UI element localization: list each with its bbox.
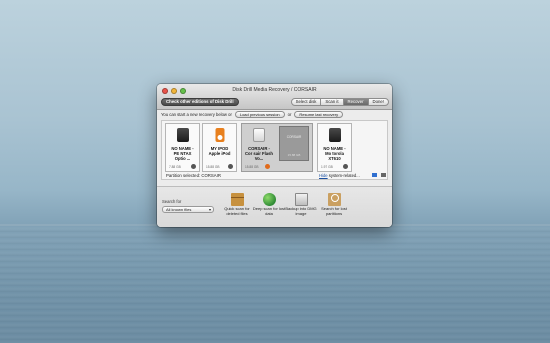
recovery-options: Search for All known files ▾ Quick scan … xyxy=(157,186,392,227)
partition-name: CORSAIR xyxy=(286,135,302,139)
file-type-select[interactable]: All known files ▾ xyxy=(162,206,214,213)
disk-image-icon xyxy=(294,193,308,206)
search-for-label: Search for xyxy=(162,199,182,204)
action-label: Backup into DMG image xyxy=(285,206,317,216)
disk-item[interactable]: NO NAME - Mo torola XT610 1.97 GB xyxy=(317,123,352,172)
workflow-steps: Select disk Scan it Recover Done! xyxy=(290,97,389,106)
ipod-icon xyxy=(215,128,224,142)
disk-status-icon xyxy=(191,164,196,169)
drive-icon xyxy=(253,128,265,142)
disk-size: 7.88 GB xyxy=(169,165,181,169)
disk-drill-window: Disk Drill Media Recovery / CORSAIR Chec… xyxy=(157,84,392,227)
scan-it-step[interactable]: Scan it xyxy=(320,97,344,106)
chevron-down-icon: ▾ xyxy=(208,207,211,212)
info-text: You can start a new recovery below or xyxy=(161,112,232,117)
action-label: Search for lost partitions xyxy=(321,206,347,216)
hide-link[interactable]: Hide xyxy=(319,173,328,178)
disk-list: NO NAME - PE NTAX Optio ... 7.88 GB MY I… xyxy=(161,120,388,180)
magnifier-icon xyxy=(327,193,341,206)
globe-icon xyxy=(262,193,276,206)
warning-icon xyxy=(265,164,270,169)
view-list-icon[interactable] xyxy=(381,173,386,177)
action-label: Deep scan for lost data xyxy=(252,206,286,216)
check-editions-button[interactable]: Check other editions of Disk Drill xyxy=(161,97,239,106)
disk-name: NO NAME - PE NTAX Optio ... xyxy=(171,146,194,161)
partition-size: 15.88 GB xyxy=(287,153,301,157)
backup-dmg-button[interactable]: Backup into DMG image xyxy=(284,193,318,217)
disk-size: 15.88 GB xyxy=(245,165,259,169)
drive-icon xyxy=(176,128,189,142)
partition-tile[interactable]: CORSAIR 15.88 GB xyxy=(279,126,309,161)
window-title: Disk Drill Media Recovery / CORSAIR xyxy=(232,87,317,93)
hide-system-text: system-related... xyxy=(327,173,360,178)
disk-size: 1.97 GB xyxy=(321,165,333,169)
search-partitions-button[interactable]: Search for lost partitions xyxy=(317,193,351,217)
partition-selected-label: Partition selected: CORSAIR xyxy=(166,173,221,178)
disk-name: MY IPOD Apple iPod xyxy=(208,146,231,156)
box-icon xyxy=(230,193,244,206)
select-disk-step[interactable]: Select disk xyxy=(290,97,322,106)
sea xyxy=(0,226,550,343)
disk-status-icon xyxy=(228,164,233,169)
info-bar: You can start a new recovery below or Lo… xyxy=(157,110,392,119)
disk-item[interactable]: NO NAME - PE NTAX Optio ... 7.88 GB xyxy=(165,123,200,172)
action-label: Quick scan for deleted files xyxy=(224,206,250,216)
done-step[interactable]: Done! xyxy=(367,97,389,106)
load-session-button[interactable]: Load previous session xyxy=(234,111,285,118)
title-bar: Disk Drill Media Recovery / CORSAIR Chec… xyxy=(157,84,392,110)
disk-status-icon xyxy=(343,164,348,169)
hide-system-toggle[interactable]: Hide system-related... xyxy=(319,173,360,178)
recover-step[interactable]: Recover xyxy=(342,97,369,106)
disk-name: CORSAIR - Cor sair Flash Vo... xyxy=(245,146,273,161)
disk-name: NO NAME - Mo torola XT610 xyxy=(323,146,346,161)
info-or: or xyxy=(287,112,292,117)
disk-item[interactable]: MY IPOD Apple iPod 15.88 GB xyxy=(202,123,237,172)
file-type-value: All known files xyxy=(166,207,192,212)
quick-scan-button[interactable]: Quick scan for deleted files xyxy=(220,193,254,217)
disk-item-selected[interactable]: CORSAIR - Cor sair Flash Vo... 15.88 GB … xyxy=(241,123,313,172)
drive-icon xyxy=(328,128,341,142)
toolbar: Check other editions of Disk Drill Selec… xyxy=(161,97,389,106)
disk-size: 15.88 GB xyxy=(206,165,220,169)
deep-scan-button[interactable]: Deep scan for lost data xyxy=(252,193,286,217)
view-grid-icon[interactable] xyxy=(372,173,377,177)
resume-recovery-button[interactable]: Resume last recovery xyxy=(294,111,344,118)
